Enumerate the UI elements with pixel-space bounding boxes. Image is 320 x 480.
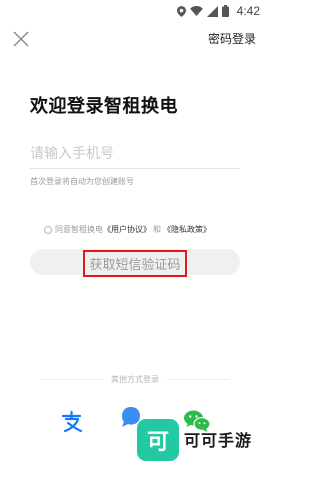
battery-icon <box>221 5 229 17</box>
phone-input[interactable] <box>30 140 240 169</box>
other-login-label: 其他方式登录 <box>111 375 159 384</box>
signal-icon <box>206 5 218 17</box>
page-title: 欢迎登录智租换电 <box>30 96 178 117</box>
status-bar: 4:42 <box>0 0 270 22</box>
close-icon[interactable] <box>12 30 30 48</box>
password-login-link[interactable]: 密码登录 <box>208 30 256 47</box>
other-login-divider: 其他方式登录 <box>40 374 230 385</box>
user-agreement-link[interactable]: 《用户协议》 <box>103 224 151 235</box>
agreement-prefix: 同意智租换电 <box>55 225 103 234</box>
alipay-icon[interactable] <box>60 410 84 434</box>
auto-register-hint: 首次登录将自动为您创建账号 <box>30 177 134 186</box>
wifi-icon <box>189 6 203 16</box>
status-time: 4:42 <box>236 4 260 18</box>
watermark-badge-glyph: 可 <box>146 430 169 455</box>
divider-line-left <box>40 379 103 380</box>
agreement-row: 同意智租换电 《用户协议》 和 《隐私政策》 <box>44 224 211 235</box>
login-page: 4:42 密码登录 欢迎登录智租换电 首次登录将自动为您创建账号 同意智租换电 … <box>0 0 270 480</box>
agreement-and: 和 <box>153 225 161 234</box>
get-sms-code-label[interactable]: 获取短信验证码 <box>83 250 187 277</box>
location-icon <box>176 5 186 17</box>
agreement-checkbox[interactable] <box>44 225 52 234</box>
divider-line-right <box>167 379 230 380</box>
watermark-badge: 可 <box>137 419 179 461</box>
privacy-policy-link[interactable]: 《隐私政策》 <box>163 224 211 235</box>
watermark-text: 可可手游 <box>184 431 253 450</box>
